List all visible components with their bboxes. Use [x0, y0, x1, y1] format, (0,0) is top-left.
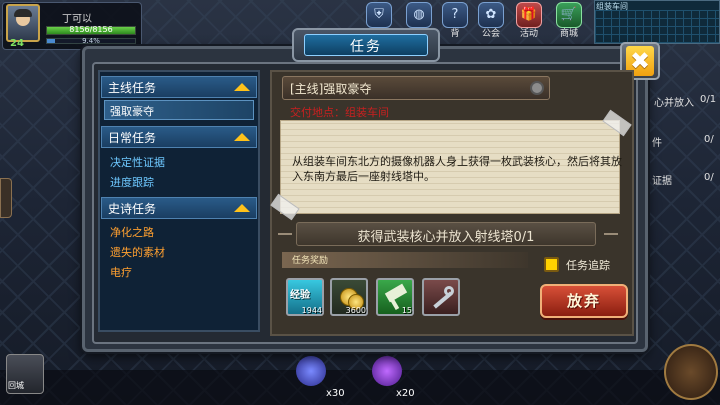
top-menu-label-event: 活动 — [519, 29, 538, 39]
bottom-bar — [0, 370, 720, 405]
quest-item-main-1[interactable]: 强取豪夺 — [110, 103, 154, 119]
category-label-epic: 史诗任务 — [108, 202, 157, 216]
left-side-tab[interactable] — [0, 178, 12, 218]
minimap-grid — [595, 10, 719, 43]
quest-name: [主线]强取豪夺 — [290, 82, 372, 96]
skill-1-count: x30 — [326, 388, 345, 399]
player-avatar[interactable] — [6, 4, 40, 42]
quest-item-epic-1[interactable]: 净化之路 — [110, 224, 154, 240]
key-icon[interactable] — [422, 278, 460, 316]
tracker-count-1: 0/1 — [700, 94, 717, 105]
top-menu-label-bag: 背 — [450, 29, 460, 39]
minimap-location-label: 组装车间 — [596, 2, 628, 11]
exp-text: 9.4% — [82, 37, 100, 45]
divider-line — [604, 233, 618, 235]
dialog-title: 任务 — [350, 39, 382, 55]
track-quest-label: 任务追踪 — [566, 259, 610, 272]
top-menu-label-shop: 商城 — [559, 29, 578, 39]
collapse-arrow-icon[interactable] — [234, 204, 250, 212]
exp-reward-count: 1944 — [301, 306, 322, 315]
quest-item-daily-1[interactable]: 决定性证据 — [110, 154, 165, 170]
guild-icon[interactable]: ✿ — [478, 2, 504, 28]
category-label-main: 主线任务 — [108, 81, 157, 95]
tracker-text-1: 心并放入 — [654, 98, 694, 109]
quest-description: 从组装车间东北方的摄像机器人身上获得一枚武装核心，然后将其放入东南方最后一座射线… — [292, 155, 622, 183]
quest-item-epic-3[interactable]: 电疗 — [110, 264, 132, 280]
player-level: 24 — [10, 38, 24, 49]
skill-orb-blue-icon[interactable] — [296, 356, 326, 386]
tracker-count-3: 0/ — [704, 172, 714, 183]
tracker-text-3: 证据 — [652, 176, 672, 187]
divider-line — [278, 233, 292, 235]
attack-button[interactable] — [664, 344, 718, 400]
track-quest-checkbox[interactable] — [544, 257, 559, 272]
top-menu-label-guild: 公会 — [481, 29, 500, 39]
category-label-daily: 日常任务 — [108, 131, 157, 145]
skill-2-count: x20 — [396, 388, 415, 399]
bag-icon[interactable]: ◍ — [406, 2, 432, 28]
reward-label: 任务奖励 — [292, 256, 329, 266]
player-name: 丁可以 — [62, 14, 92, 25]
hp-text: 8156/8156 — [69, 25, 113, 34]
return-city-label: 回城 — [8, 381, 24, 390]
tracker-text-2: 件 — [652, 138, 662, 149]
exp-reward-label: 经验 — [290, 290, 310, 301]
gear-icon — [530, 81, 544, 95]
abandon-quest-label: 放弃 — [566, 292, 601, 310]
quest-item-daily-2[interactable]: 进度跟踪 — [110, 174, 154, 190]
item-reward-count: 15 — [401, 306, 412, 315]
shop-cart-icon[interactable]: 🛒 — [556, 2, 582, 28]
skill-orb-purple-icon[interactable] — [372, 356, 402, 386]
quest-location: 交付地点：组装车间 — [290, 106, 389, 119]
collapse-arrow-icon[interactable] — [234, 133, 250, 141]
help-icon[interactable]: ? — [442, 2, 468, 28]
collapse-arrow-icon[interactable] — [234, 83, 250, 91]
quest-item-epic-2[interactable]: 遗失的素材 — [110, 244, 165, 260]
event-gift-icon[interactable]: 🎁 — [516, 2, 542, 28]
tracker-count-2: 0/ — [704, 134, 714, 145]
shield-icon[interactable]: ⛨ — [366, 2, 392, 28]
quest-objective: 获得武装核心并放入射线塔0/1 — [357, 230, 535, 245]
gold-reward-count: 3600 — [345, 306, 366, 315]
